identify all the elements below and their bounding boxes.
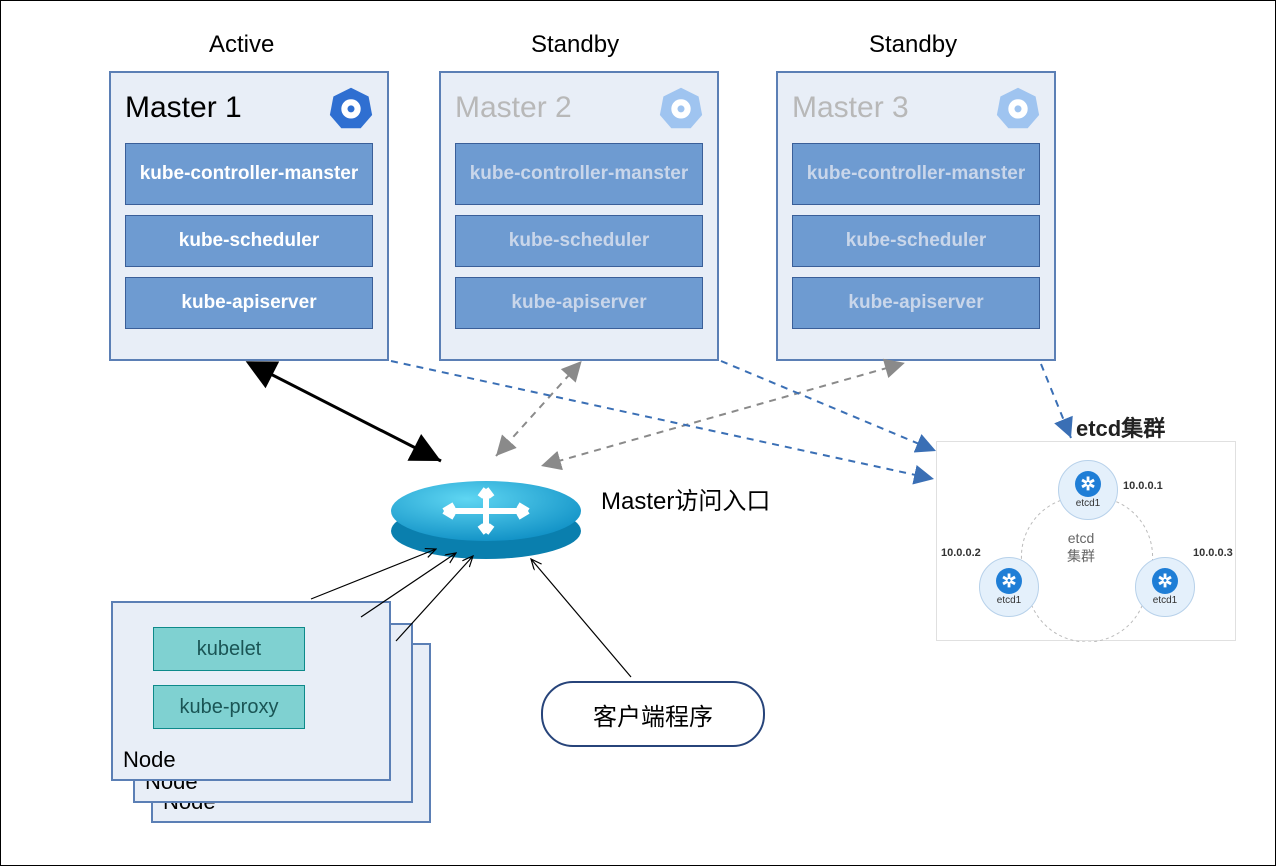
- gear-icon: ✲: [1152, 568, 1178, 594]
- node-label-1: Node: [123, 747, 176, 773]
- master-3-controller: kube-controller-manster: [792, 143, 1040, 205]
- etcd-title: etcd集群: [1076, 411, 1165, 443]
- master-2-box: Master 2 kube-controller-manster kube-sc…: [439, 71, 719, 361]
- status-active: Active: [209, 31, 274, 59]
- node-box-front: kubelet kube-proxy Node: [111, 601, 391, 781]
- master-3-box: Master 3 kube-controller-manster kube-sc…: [776, 71, 1056, 361]
- k8s-icon: [329, 86, 373, 130]
- gear-icon: ✲: [996, 568, 1022, 594]
- master-1-scheduler: kube-scheduler: [125, 215, 373, 267]
- master-2-scheduler: kube-scheduler: [455, 215, 703, 267]
- client-box: 客户端程序: [541, 681, 765, 747]
- master-1-controller: kube-controller-manster: [125, 143, 373, 205]
- etcd-ip-2: 10.0.0.2: [941, 547, 981, 559]
- router-label: Master访问入口: [601, 481, 770, 516]
- etcd-node-1: ✲ etcd1: [1058, 460, 1118, 520]
- master-3-scheduler: kube-scheduler: [792, 215, 1040, 267]
- kube-proxy-box: kube-proxy: [153, 685, 305, 729]
- master-3-title: Master 3: [792, 91, 909, 125]
- master-2-controller: kube-controller-manster: [455, 143, 703, 205]
- etcd-ip-1: 10.0.0.1: [1123, 480, 1163, 492]
- etcd-center-label: etcd 集群: [1067, 530, 1095, 566]
- status-standby-2: Standby: [869, 31, 957, 59]
- master-2-apiserver: kube-apiserver: [455, 277, 703, 329]
- k8s-icon: [996, 86, 1040, 130]
- router-icon: [386, 441, 586, 561]
- master-1-title: Master 1: [125, 91, 242, 125]
- status-standby-1: Standby: [531, 31, 619, 59]
- node-stack: Node Node kubelet kube-proxy Node: [111, 601, 411, 821]
- etcd-node-3: ✲ etcd1: [1135, 557, 1195, 617]
- etcd-ip-3: 10.0.0.3: [1193, 547, 1233, 559]
- master-1-box: Master 1 kube-controller-manster kube-sc…: [109, 71, 389, 361]
- diagram-canvas: Active Standby Standby Master 1 kube-con…: [0, 0, 1276, 866]
- kubelet-box: kubelet: [153, 627, 305, 671]
- etcd-cluster-box: ✲ etcd1 ✲ etcd1 ✲ etcd1 10.0.0.1 10.0.0.…: [936, 441, 1236, 641]
- master-2-title: Master 2: [455, 91, 572, 125]
- gear-icon: ✲: [1075, 471, 1101, 497]
- etcd-node-2: ✲ etcd1: [979, 557, 1039, 617]
- master-1-apiserver: kube-apiserver: [125, 277, 373, 329]
- k8s-icon: [659, 86, 703, 130]
- master-3-apiserver: kube-apiserver: [792, 277, 1040, 329]
